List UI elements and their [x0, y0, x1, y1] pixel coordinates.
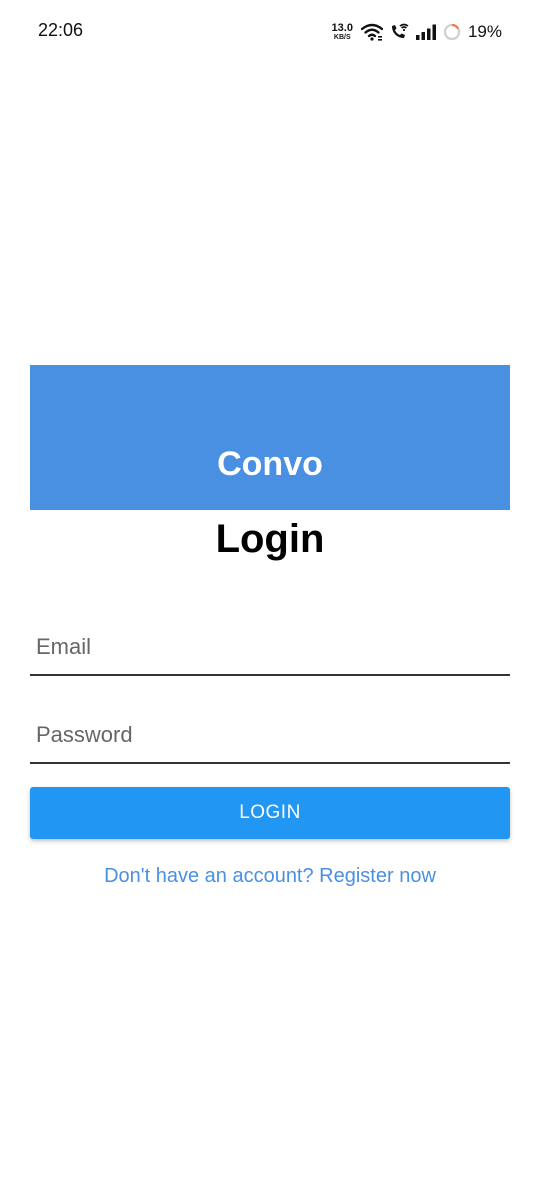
register-link[interactable]: Don't have an account? Register now — [0, 865, 540, 888]
password-field-container — [30, 708, 510, 764]
status-icons: 13.0 KB/S 19% — [332, 20, 502, 44]
page-title: Login — [215, 517, 325, 561]
login-button[interactable]: LOGIN — [30, 787, 510, 839]
wifi-icon — [360, 23, 383, 41]
app-header-banner: Convo — [30, 365, 510, 510]
email-input[interactable] — [30, 620, 510, 674]
battery-percent: 19% — [467, 22, 502, 41]
app-title: Convo — [217, 445, 323, 483]
status-bar: 22:06 13.0 KB/S 19% — [0, 0, 540, 64]
email-field-container — [30, 620, 510, 676]
wifi-call-icon — [389, 23, 409, 41]
network-speed-unit: KB/S — [333, 34, 351, 41]
password-input[interactable] — [30, 708, 510, 762]
signal-icon — [415, 24, 437, 40]
network-speed: 13.0 KB/S — [331, 22, 353, 42]
login-screen: 22:06 13.0 KB/S 19% Convo Login Email LO… — [0, 0, 540, 1200]
network-speed-value: 13.0 — [331, 22, 353, 34]
battery-ring-icon — [443, 23, 461, 41]
status-time: 22:06 — [38, 20, 84, 40]
